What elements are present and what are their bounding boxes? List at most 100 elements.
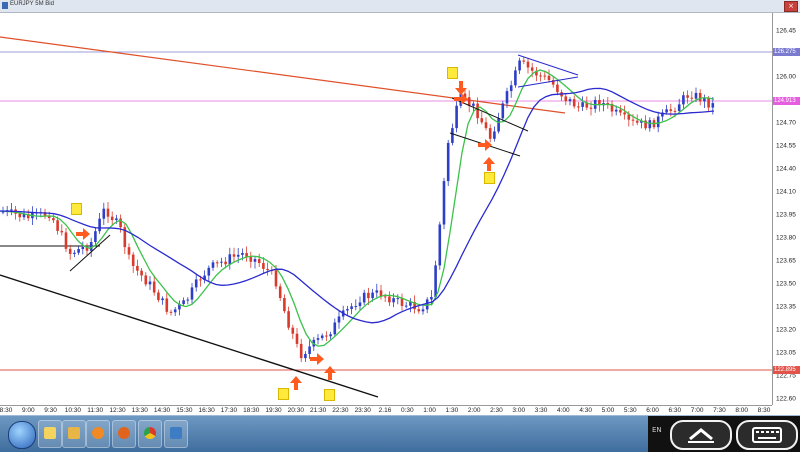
- candle-body: [543, 75, 547, 77]
- time-tick-label: 7:00: [690, 407, 704, 414]
- firefox-icon[interactable]: [112, 420, 136, 448]
- arrow-icon: [76, 228, 90, 240]
- candle-body: [165, 298, 169, 312]
- time-tick-label: 18:30: [243, 407, 260, 414]
- candle-body: [442, 181, 446, 225]
- candle-body: [350, 306, 353, 310]
- candle-body: [690, 97, 694, 99]
- candle-body: [434, 265, 437, 297]
- annotation-label-3: [324, 389, 335, 401]
- time-tick-label: 5:30: [623, 407, 637, 414]
- time-tick-label: 11:30: [87, 407, 104, 414]
- time-tick-label: 8:00: [735, 407, 749, 414]
- candle-body: [215, 262, 219, 264]
- candle-body: [148, 281, 152, 285]
- arrow-icon: [290, 376, 302, 390]
- window-title: EURJPY 5M Bid: [10, 1, 54, 7]
- long-trendline: [0, 36, 566, 114]
- candle-body: [677, 104, 681, 111]
- explorer-icon[interactable]: [38, 420, 62, 448]
- candle-body: [102, 208, 106, 219]
- candle-body: [547, 75, 551, 81]
- candle-body: [207, 267, 211, 276]
- arrow-icon: [324, 366, 336, 380]
- candle-body: [173, 309, 177, 313]
- fast-moving-average: [0, 69, 715, 347]
- media-icon[interactable]: [86, 420, 110, 448]
- candle-body: [220, 261, 223, 263]
- candle-body: [505, 91, 509, 104]
- candle-body: [316, 338, 320, 340]
- app-icon: [2, 2, 8, 9]
- candle-body: [522, 60, 526, 62]
- chevron-up-icon[interactable]: [670, 420, 732, 450]
- candle-body: [438, 224, 442, 266]
- candle-body: [472, 103, 475, 106]
- candle-body: [488, 128, 492, 139]
- candle-body: [182, 300, 185, 305]
- arrow-icon: [483, 157, 495, 171]
- keyboard-icon[interactable]: [736, 420, 798, 450]
- price-tick-label: 123.35: [776, 303, 796, 311]
- tray-language: EN: [652, 426, 662, 434]
- candle-body: [396, 298, 400, 300]
- low-line-flag: 122.895: [773, 366, 800, 374]
- time-tick-label: 5:00: [601, 407, 615, 414]
- candle-body: [480, 118, 484, 123]
- candle-body: [333, 322, 337, 335]
- candle-body: [568, 99, 572, 102]
- candle-body: [358, 302, 362, 307]
- chrome-icon[interactable]: [138, 420, 162, 448]
- candle-body: [236, 254, 240, 257]
- price-chart[interactable]: [0, 13, 772, 405]
- time-tick-label: 2.16: [378, 407, 392, 414]
- candle-body: [497, 118, 500, 132]
- price-tick-label: 123.65: [776, 257, 796, 265]
- price-tick-label: 123.80: [776, 234, 796, 242]
- candle-body: [581, 102, 584, 107]
- candle-body: [656, 116, 660, 128]
- candle-body: [77, 249, 80, 253]
- candle-body: [89, 241, 93, 251]
- candle-body: [539, 75, 542, 77]
- candle-body: [686, 95, 689, 98]
- candle-body: [295, 333, 299, 344]
- candle-body: [144, 275, 148, 285]
- candle-body: [291, 327, 295, 334]
- start-orb-icon[interactable]: [8, 421, 36, 449]
- time-tick-label: 9:00: [21, 407, 35, 414]
- time-tick-label: 2:00: [467, 407, 481, 414]
- time-tick-label: 1:30: [445, 407, 459, 414]
- candle-body: [232, 254, 236, 257]
- flag-line-1: [69, 234, 111, 272]
- candle-body: [325, 335, 328, 337]
- candle-body: [514, 70, 517, 86]
- folder-icon[interactable]: [62, 420, 86, 448]
- candle-body: [430, 296, 433, 300]
- candle-body: [10, 209, 13, 211]
- candle-body: [371, 292, 374, 299]
- candle-body: [682, 95, 685, 105]
- candle-body: [131, 254, 135, 266]
- time-tick-label: 3:00: [512, 407, 526, 414]
- candle-body: [157, 292, 160, 301]
- candle-body: [526, 61, 530, 68]
- time-tick-label: 3:30: [534, 407, 548, 414]
- candle-body: [287, 311, 290, 328]
- annotation-label-2: [278, 388, 289, 400]
- time-tick-label: 7:30: [713, 407, 726, 414]
- candle-body: [274, 270, 278, 287]
- candle-body: [707, 98, 710, 108]
- candle-body: [266, 268, 269, 271]
- slow-moving-average: [0, 87, 715, 324]
- candle-body: [451, 128, 454, 143]
- candle-body: [614, 109, 618, 112]
- candle-body: [518, 60, 521, 71]
- candle-body: [304, 353, 307, 359]
- close-button[interactable]: ×: [784, 1, 798, 12]
- candle-body: [392, 298, 395, 303]
- app-icon[interactable]: [164, 420, 188, 448]
- candle-body: [375, 290, 379, 293]
- title-bar: EURJPY 5M Bid ×: [0, 0, 800, 13]
- candle-body: [455, 105, 458, 129]
